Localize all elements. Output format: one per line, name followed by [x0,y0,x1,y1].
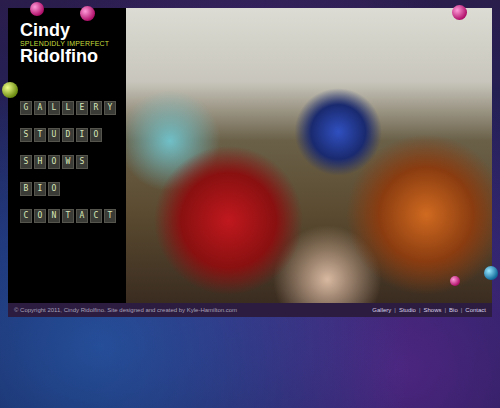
logo-last-name: Ridolfino [20,48,126,65]
letter-tile: W [62,155,74,169]
letter-tile: Y [104,101,116,115]
letter-tile: O [48,155,60,169]
footer: © Copyright 2011, Cindy Ridolfino. Site … [8,303,492,317]
gem-icon [450,276,460,286]
separator: | [461,307,463,313]
letter-tile: T [62,209,74,223]
copyright: © Copyright 2011, Cindy Ridolfino. Site … [14,307,237,313]
letter-tile: N [48,209,60,223]
gem-icon [30,2,44,16]
letter-tile: T [34,128,46,142]
footer-link[interactable]: Bio [449,307,458,313]
page: CindySPLENDIDLY IMPERFECTRidolfinoGALLER… [0,0,500,408]
letter-tile: D [62,128,74,142]
separator: | [394,307,396,313]
gem-icon [80,6,95,21]
letter-tile: A [76,209,88,223]
letter-tile: A [34,101,46,115]
footer-link[interactable]: Studio [399,307,416,313]
letter-tile: O [90,128,102,142]
nav: GALLERYSTUDIOSHOWSBIOCONTACT [20,101,126,223]
footer-link[interactable]: Gallery [372,307,391,313]
gem-icon [484,266,498,280]
gem-icon [452,5,467,20]
artwork-photo [126,8,492,303]
nav-item[interactable]: STUDIO [20,128,126,142]
letter-tile: S [76,155,88,169]
sidebar: CindySPLENDIDLY IMPERFECTRidolfinoGALLER… [8,8,126,303]
letter-tile: I [76,128,88,142]
letter-tile: U [48,128,60,142]
separator: | [445,307,447,313]
nav-item[interactable]: CONTACT [20,209,126,223]
letter-tile: G [20,101,32,115]
letter-tile: S [20,155,32,169]
letter-tile: H [34,155,46,169]
footer-link[interactable]: Contact [465,307,486,313]
letter-tile: O [48,182,60,196]
nav-item[interactable]: SHOWS [20,155,126,169]
letter-tile: R [90,101,102,115]
footer-link[interactable]: Shows [424,307,442,313]
letter-tile: S [20,128,32,142]
logo[interactable]: CindySPLENDIDLY IMPERFECTRidolfino [20,22,126,65]
letter-tile: L [48,101,60,115]
letter-tile: I [34,182,46,196]
letter-tile: T [104,209,116,223]
letter-tile: O [34,209,46,223]
logo-tagline: SPLENDIDLY IMPERFECT [20,39,126,48]
letter-tile: E [76,101,88,115]
separator: | [419,307,421,313]
letter-tile: C [20,209,32,223]
main-frame: CindySPLENDIDLY IMPERFECTRidolfinoGALLER… [8,8,492,303]
nav-item[interactable]: BIO [20,182,126,196]
letter-tile: L [62,101,74,115]
nav-item[interactable]: GALLERY [20,101,126,115]
logo-first-name: Cindy [20,22,126,39]
gem-icon [2,82,18,98]
footer-links: Gallery|Studio|Shows|Bio|Contact [372,307,486,313]
letter-tile: C [90,209,102,223]
letter-tile: B [20,182,32,196]
